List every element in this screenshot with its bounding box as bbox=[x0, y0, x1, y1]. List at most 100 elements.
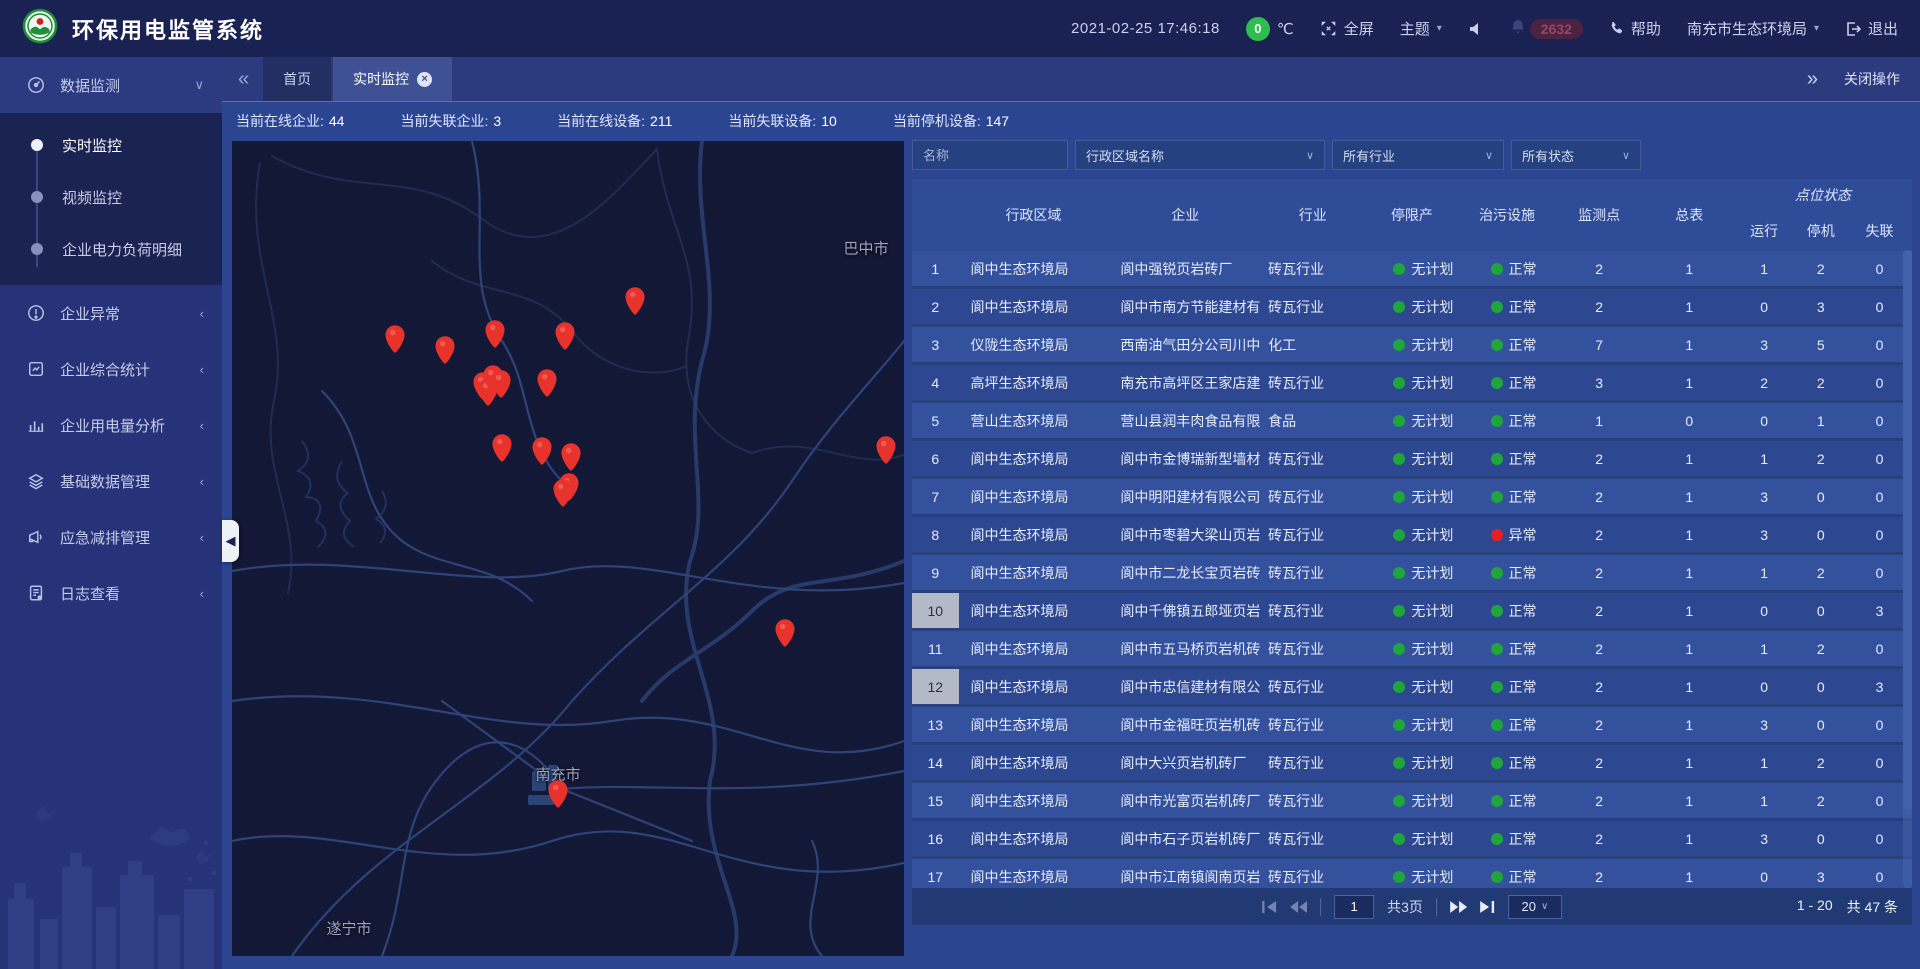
stat-value: 44 bbox=[329, 113, 345, 129]
stat-label: 当前在线设备: bbox=[557, 113, 645, 129]
notifications-button[interactable]: 2632 bbox=[1510, 19, 1583, 39]
map-pin-icon[interactable] bbox=[490, 369, 512, 399]
map-pin-icon[interactable] bbox=[560, 442, 582, 472]
map-pin-icon[interactable] bbox=[484, 319, 506, 349]
logout-button[interactable]: 退出 bbox=[1845, 18, 1898, 39]
cell-company: 阆中强锐页岩砖厂 bbox=[1108, 251, 1262, 288]
table-row[interactable]: 12阆中生态环境局阆中市忠信建材有限公砖瓦行业无计划正常21003 bbox=[912, 668, 1912, 706]
cell-industry: 砖瓦行业 bbox=[1262, 288, 1363, 326]
sidebar-item[interactable]: 基础数据管理‹ bbox=[0, 453, 222, 509]
tab-home[interactable]: 首页 bbox=[263, 57, 331, 101]
prev-page-button[interactable] bbox=[1290, 901, 1307, 913]
brand: 环保用电监管系统 bbox=[22, 8, 264, 49]
map-pin-icon[interactable] bbox=[554, 321, 576, 351]
close-operations-button[interactable]: 关闭操作 bbox=[1844, 69, 1900, 89]
sidebar-item[interactable]: 企业异常‹ bbox=[0, 285, 222, 341]
status-filter-select[interactable]: 所有状态 ∨ bbox=[1511, 140, 1641, 170]
map-pin-icon[interactable] bbox=[547, 779, 569, 809]
table-row[interactable]: 2阆中生态环境局阆中市南方节能建材有砖瓦行业无计划正常21030 bbox=[912, 288, 1912, 326]
map-pin-icon[interactable] bbox=[774, 618, 796, 648]
table-row[interactable]: 15阆中生态环境局阆中市光富页岩机砖厂砖瓦行业无计划正常21120 bbox=[912, 782, 1912, 820]
status-dot-green-icon bbox=[1491, 301, 1503, 313]
sidebar-subitem[interactable]: 企业电力负荷明细 bbox=[0, 223, 222, 275]
page-number-input[interactable] bbox=[1334, 895, 1374, 919]
status-dot-green-icon bbox=[1491, 757, 1503, 769]
fullscreen-button[interactable]: 全屏 bbox=[1320, 18, 1374, 39]
table-row[interactable]: 9阆中生态环境局阆中市二龙长宝页岩砖砖瓦行业无计划正常21120 bbox=[912, 554, 1912, 592]
cell-points: 2 bbox=[1554, 782, 1645, 820]
map-pin-icon[interactable] bbox=[536, 368, 558, 398]
map-pin-icon[interactable] bbox=[875, 435, 897, 465]
table-row[interactable]: 6阆中生态环境局阆中市金博瑞新型墙材砖瓦行业无计划正常21120 bbox=[912, 440, 1912, 478]
sidebar-item[interactable]: 企业用电量分析‹ bbox=[0, 397, 222, 453]
map-pin-icon[interactable] bbox=[531, 436, 553, 466]
table-row[interactable]: 8阆中生态环境局阆中市枣碧大梁山页岩砖瓦行业无计划异常21300 bbox=[912, 516, 1912, 554]
sound-button[interactable] bbox=[1468, 21, 1484, 37]
sidebar-item[interactable]: 应急减排管理‹ bbox=[0, 509, 222, 565]
help-button[interactable]: 帮助 bbox=[1609, 18, 1661, 39]
sidebar-item[interactable]: 日志查看 ‹ bbox=[0, 565, 222, 621]
tab-realtime-monitor[interactable]: 实时监控 × bbox=[333, 57, 452, 101]
cell-facility-status: 正常 bbox=[1461, 364, 1554, 402]
sidebar-collapse-handle[interactable]: ◀ bbox=[222, 520, 239, 562]
map-pin-icon[interactable] bbox=[384, 324, 406, 354]
sidebar-item-label: 日志查看 bbox=[60, 583, 120, 604]
app-title: 环保用电监管系统 bbox=[72, 13, 264, 45]
table-scrollbar[interactable] bbox=[1903, 250, 1912, 888]
table-scrollbar-thumb[interactable] bbox=[1903, 250, 1912, 810]
sidebar-subitem[interactable]: 实时监控 bbox=[0, 119, 222, 171]
cell-points: 2 bbox=[1554, 858, 1645, 889]
sidebar-item[interactable]: 数据监测∨ bbox=[0, 57, 222, 113]
megaphone-icon bbox=[26, 527, 46, 547]
map-pin-icon[interactable] bbox=[552, 478, 574, 508]
table-row[interactable]: 7阆中生态环境局阆中明阳建材有限公司砖瓦行业无计划正常21300 bbox=[912, 478, 1912, 516]
map-pin-icon[interactable] bbox=[624, 286, 646, 316]
tab-close-icon[interactable]: × bbox=[417, 72, 432, 87]
sidebar-submenu: 实时监控视频监控企业电力负荷明细 bbox=[0, 113, 222, 285]
map-pin-icon[interactable] bbox=[434, 335, 456, 365]
table-row[interactable]: 13阆中生态环境局阆中市金福旺页岩机砖砖瓦行业无计划正常21300 bbox=[912, 706, 1912, 744]
header-toolbar: 2021-02-25 17:46:18 0 ℃ 全屏 主题 ▾ bbox=[1071, 17, 1898, 41]
cell-company: 西南油气田分公司川中 bbox=[1108, 326, 1262, 364]
col-run: 运行 bbox=[1734, 211, 1795, 251]
cell-region: 阆中生态环境局 bbox=[959, 440, 1109, 478]
theme-dropdown[interactable]: 主题 ▾ bbox=[1400, 18, 1442, 39]
map-pin-icon[interactable] bbox=[491, 433, 513, 463]
cell-run: 0 bbox=[1734, 402, 1795, 440]
table-row[interactable]: 1阆中生态环境局阆中强锐页岩砖厂砖瓦行业无计划正常21120 bbox=[912, 251, 1912, 288]
page-size-select[interactable]: 20 ∨ bbox=[1508, 895, 1562, 919]
tabs-scroll-left-icon[interactable]: « bbox=[222, 57, 263, 101]
table-row[interactable]: 10阆中生态环境局阆中千佛镇五郎垭页岩砖瓦行业无计划正常21003 bbox=[912, 592, 1912, 630]
phone-icon bbox=[1609, 21, 1624, 36]
cell-points: 3 bbox=[1554, 364, 1645, 402]
sidebar-item[interactable]: 企业综合统计‹ bbox=[0, 341, 222, 397]
table-row[interactable]: 3仪陇生态环境局西南油气田分公司川中化工无计划正常71350 bbox=[912, 326, 1912, 364]
table-row[interactable]: 17阆中生态环境局阆中市江南镇阆南页岩砖瓦行业无计划正常21030 bbox=[912, 858, 1912, 889]
status-dot-green-icon bbox=[1393, 719, 1405, 731]
region-filter-select[interactable]: 行政区域名称 ∨ bbox=[1075, 140, 1325, 170]
table-row[interactable]: 4高坪生态环境局南充市高坪区王家店建砖瓦行业无计划正常31220 bbox=[912, 364, 1912, 402]
cell-facility-status: 异常 bbox=[1461, 516, 1554, 554]
name-filter-input[interactable] bbox=[912, 140, 1068, 170]
industry-filter-select[interactable]: 所有行业 ∨ bbox=[1332, 140, 1504, 170]
cell-company: 阆中市二龙长宝页岩砖 bbox=[1108, 554, 1262, 592]
cell-industry: 砖瓦行业 bbox=[1262, 516, 1363, 554]
filter-bar: 行政区域名称 ∨ 所有行业 ∨ 所有状态 ∨ bbox=[912, 140, 1912, 170]
map-panel[interactable]: 巴中市南充市遂宁市 bbox=[232, 141, 904, 956]
user-dropdown[interactable]: 南充市生态环境局 ▾ bbox=[1687, 18, 1819, 39]
next-page-button[interactable] bbox=[1450, 901, 1467, 913]
chevron-left-icon: ‹ bbox=[200, 362, 204, 377]
table-row[interactable]: 14阆中生态环境局阆中大兴页岩机砖厂砖瓦行业无计划正常21120 bbox=[912, 744, 1912, 782]
table-row[interactable]: 16阆中生态环境局阆中市石子页岩机砖厂砖瓦行业无计划正常21300 bbox=[912, 820, 1912, 858]
chevron-left-icon: ‹ bbox=[200, 586, 204, 601]
table-row[interactable]: 5营山生态环境局营山县润丰肉食品有限食品无计划正常10010 bbox=[912, 402, 1912, 440]
cell-facility-status: 正常 bbox=[1461, 592, 1554, 630]
chevron-left-icon: ‹ bbox=[200, 306, 204, 321]
cell-industry: 砖瓦行业 bbox=[1262, 858, 1363, 889]
first-page-button[interactable] bbox=[1262, 901, 1277, 913]
last-page-button[interactable] bbox=[1480, 901, 1495, 913]
tabs-scroll-right-icon[interactable]: » bbox=[1807, 68, 1818, 91]
cell-run: 1 bbox=[1734, 630, 1795, 668]
sidebar-subitem[interactable]: 视频监控 bbox=[0, 171, 222, 223]
table-row[interactable]: 11阆中生态环境局阆中市五马桥页岩机砖砖瓦行业无计划正常21120 bbox=[912, 630, 1912, 668]
